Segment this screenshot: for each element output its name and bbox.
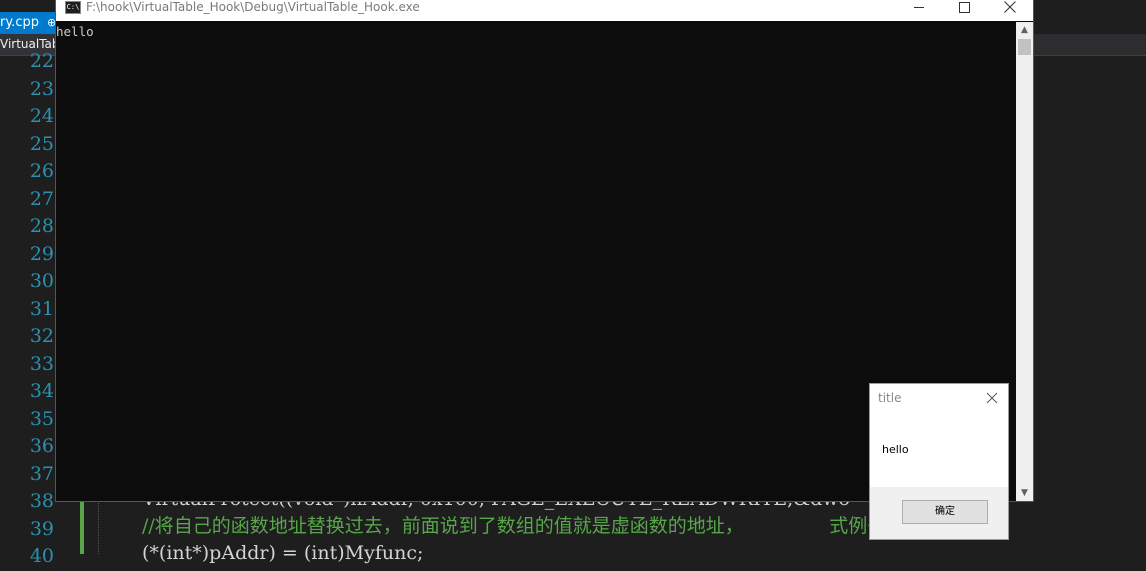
- line-number: 35: [29, 407, 54, 430]
- line-number: 27: [29, 187, 54, 210]
- line-number: 24: [29, 105, 54, 127]
- maximize-button[interactable]: [941, 0, 987, 20]
- line-number: 29: [29, 242, 54, 265]
- dialog-message: hello: [882, 443, 909, 456]
- line-number: 26: [29, 160, 54, 182]
- scroll-up-arrow-icon[interactable]: ▲: [1016, 22, 1033, 38]
- maximize-icon: [958, 1, 970, 13]
- console-output: hello: [56, 24, 94, 39]
- line-number: 28: [29, 215, 54, 237]
- line-number: 34: [29, 380, 54, 402]
- line-number: 23: [29, 77, 54, 100]
- minimize-icon: [914, 6, 924, 8]
- vertical-scrollbar[interactable]: ▲ ▼: [1016, 22, 1033, 501]
- dialog-button-area: 确定: [870, 487, 1008, 539]
- line-number: 22: [29, 50, 54, 72]
- line-number-gutter: 22 23 24 25 26 27 28 29 30 31 32 33 34 35 36 37 38 39 40: [0, 48, 56, 571]
- editor-tab[interactable]: ry.cpp ⊕: [0, 12, 63, 34]
- ok-button[interactable]: 确定: [902, 500, 988, 524]
- message-box-dialog[interactable]: title hello 确定: [869, 383, 1009, 540]
- line-number: 25: [29, 132, 54, 155]
- dialog-title: title: [878, 391, 902, 405]
- dialog-close-icon[interactable]: [985, 391, 999, 405]
- close-button[interactable]: [987, 0, 1033, 20]
- line-number: 38: [29, 490, 54, 512]
- code-comment-line: //将自己的函数地址替换过去，前面说到了数组的值就是虚函数的地址， 式例子中就写…: [142, 515, 963, 537]
- line-number: 32: [29, 325, 54, 347]
- editor-tab-label: ry.cpp: [0, 15, 39, 30]
- console-app-icon: C:\: [65, 1, 81, 14]
- line-number: 33: [29, 352, 54, 375]
- scrollbar-thumb[interactable]: [1018, 39, 1031, 55]
- line-number: 36: [29, 435, 54, 457]
- console-window-title: F:\hook\VirtualTable_Hook\Debug\VirtualT…: [86, 0, 420, 14]
- scroll-down-arrow-icon[interactable]: ▼: [1016, 485, 1033, 501]
- line-number: 40: [29, 545, 54, 567]
- pin-icon[interactable]: ⊕: [47, 16, 56, 29]
- line-number: 30: [29, 270, 54, 292]
- line-number: 39: [29, 517, 54, 540]
- line-number: 37: [29, 462, 54, 485]
- close-icon: [1004, 1, 1016, 13]
- minimize-button[interactable]: [896, 0, 942, 20]
- console-titlebar[interactable]: C:\ F:\hook\VirtualTable_Hook\Debug\Virt…: [56, 0, 1033, 21]
- line-number: 31: [29, 297, 54, 320]
